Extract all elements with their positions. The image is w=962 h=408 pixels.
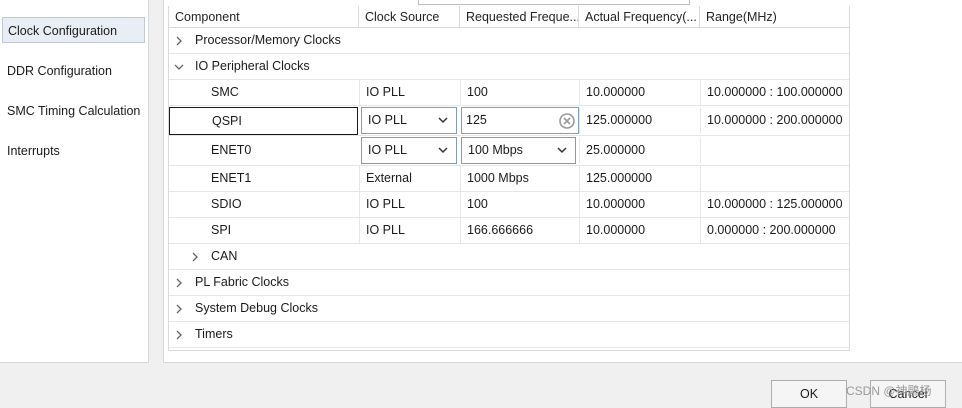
column-header-label: Range(MHz) <box>706 10 777 24</box>
table-row[interactable]: QSPI IO PLL 125 125.000000 10.000000 : 2… <box>169 106 849 136</box>
nav-item-label: SMC Timing Calculation <box>7 104 141 118</box>
nav-item-interrupts[interactable]: Interrupts <box>0 138 144 164</box>
settings-nav: Clock Configuration DDR Configuration SM… <box>0 0 149 363</box>
tree-row-label: CAN <box>211 249 238 263</box>
tree-row-pl-fabric-clocks[interactable]: PL Fabric Clocks <box>169 270 849 296</box>
requested-frequency-cell[interactable]: 1000 Mbps <box>460 166 579 191</box>
requested-frequency-dropdown[interactable]: 100 Mbps <box>461 137 576 164</box>
actual-frequency-cell: 10.000000 <box>579 80 700 105</box>
component-cell: ENET0 <box>211 143 252 157</box>
clock-source-cell: External <box>359 166 460 191</box>
tree-row-system-debug-clocks[interactable]: System Debug Clocks <box>169 296 849 322</box>
chevron-right-icon[interactable] <box>172 28 186 53</box>
actual-frequency-cell: 10.000000 <box>579 192 700 217</box>
clear-icon[interactable] <box>559 113 575 138</box>
clock-source-dropdown[interactable]: IO PLL <box>361 137 457 164</box>
input-value: 125 <box>466 113 487 127</box>
requested-frequency-cell[interactable]: 100 <box>460 192 579 217</box>
nav-item-label: DDR Configuration <box>7 64 112 78</box>
range-cell <box>700 166 849 191</box>
table-row[interactable]: SMC IO PLL 100 10.000000 10.000000 : 100… <box>169 80 849 106</box>
ok-button-label: OK <box>799 387 819 401</box>
ok-button[interactable]: OK <box>771 380 847 408</box>
tree-row-label: Timers <box>195 327 233 341</box>
nav-item-ddr-configuration[interactable]: DDR Configuration <box>0 58 144 84</box>
chevron-right-icon[interactable] <box>172 322 186 347</box>
column-header-actual-frequency[interactable]: Actual Frequency(... <box>579 6 700 28</box>
table-row[interactable]: SDIO IO PLL 100 10.000000 10.000000 : 12… <box>169 192 849 218</box>
dropdown-value: 100 Mbps <box>468 143 523 157</box>
tree-row-timers[interactable]: Timers <box>169 322 849 348</box>
clock-source-dropdown[interactable]: IO PLL <box>361 107 457 134</box>
nav-item-clock-configuration[interactable]: Clock Configuration <box>2 17 145 43</box>
nav-item-label: Clock Configuration <box>8 24 118 38</box>
component-cell: SMC <box>211 85 239 99</box>
actual-frequency-cell: 125.000000 <box>579 108 700 133</box>
requested-frequency-cell[interactable]: 100 <box>460 80 579 105</box>
tree-row-label: PL Fabric Clocks <box>195 275 290 289</box>
column-header-label: Requested Freque... <box>466 10 579 24</box>
table-row[interactable]: SPI IO PLL 166.666666 10.000000 0.000000… <box>169 218 849 244</box>
range-cell: 10.000000 : 100.000000 <box>700 80 849 105</box>
tree-row-label: System Debug Clocks <box>195 301 318 315</box>
column-header-component[interactable]: Component <box>169 6 359 28</box>
clock-source-cell: IO PLL <box>359 80 460 105</box>
tree-row-processor-memory-clocks[interactable]: Processor/Memory Clocks <box>169 28 849 54</box>
clock-tree-table: Component Clock Source Requested Freque.… <box>168 6 850 351</box>
table-row[interactable]: ENET1 External 1000 Mbps 125.000000 <box>169 166 849 192</box>
requested-frequency-cell[interactable]: 166.666666 <box>460 218 579 243</box>
column-header-requested-frequency[interactable]: Requested Freque... <box>460 6 579 28</box>
component-cell: ENET1 <box>211 171 252 185</box>
clock-configuration-panel: Component Clock Source Requested Freque.… <box>163 0 962 363</box>
clock-source-cell: IO PLL <box>359 218 460 243</box>
chevron-down-icon[interactable] <box>172 54 186 79</box>
column-header-clock-source[interactable]: Clock Source <box>359 6 460 28</box>
chevron-down-icon <box>438 138 448 163</box>
range-cell <box>700 138 849 163</box>
requested-frequency-input[interactable]: 125 <box>461 107 579 134</box>
tree-row-can[interactable]: CAN <box>169 244 849 270</box>
range-cell: 0.000000 : 200.000000 <box>700 218 849 243</box>
tree-row-label: IO Peripheral Clocks <box>195 59 310 73</box>
column-header-label: Actual Frequency(... <box>585 10 697 24</box>
chevron-right-icon[interactable] <box>172 296 186 321</box>
tree-row-label: Processor/Memory Clocks <box>195 33 341 47</box>
watermark: CSDN @神鵰杨 <box>846 384 932 398</box>
component-cell-focused: QSPI <box>169 107 358 135</box>
component-label: QSPI <box>212 114 242 128</box>
actual-frequency-cell: 125.000000 <box>579 166 700 191</box>
dropdown-value: IO PLL <box>368 113 407 127</box>
chevron-right-icon[interactable] <box>172 270 186 295</box>
chevron-down-icon <box>557 138 567 163</box>
tree-row-io-peripheral-clocks[interactable]: IO Peripheral Clocks <box>169 54 849 80</box>
component-cell: SDIO <box>211 197 242 211</box>
column-header-label: Clock Source <box>365 10 440 24</box>
actual-frequency-cell: 10.000000 <box>579 218 700 243</box>
column-header-label: Component <box>175 10 240 24</box>
component-cell: SPI <box>211 223 232 237</box>
clock-source-cell: IO PLL <box>359 192 460 217</box>
dropdown-value: IO PLL <box>368 143 407 157</box>
nav-item-smc-timing-calculation[interactable]: SMC Timing Calculation <box>0 98 144 124</box>
range-cell: 10.000000 : 125.000000 <box>700 192 849 217</box>
nav-item-label: Interrupts <box>7 144 60 158</box>
actual-frequency-cell: 25.000000 <box>579 138 700 163</box>
column-header-range[interactable]: Range(MHz) <box>700 6 849 28</box>
range-cell: 10.000000 : 200.000000 <box>700 108 849 133</box>
chevron-right-icon[interactable] <box>188 244 202 269</box>
table-row[interactable]: ENET0 IO PLL 100 Mbps 25.000000 <box>169 136 849 166</box>
chevron-down-icon <box>438 108 448 133</box>
search-field-edge <box>418 0 690 5</box>
